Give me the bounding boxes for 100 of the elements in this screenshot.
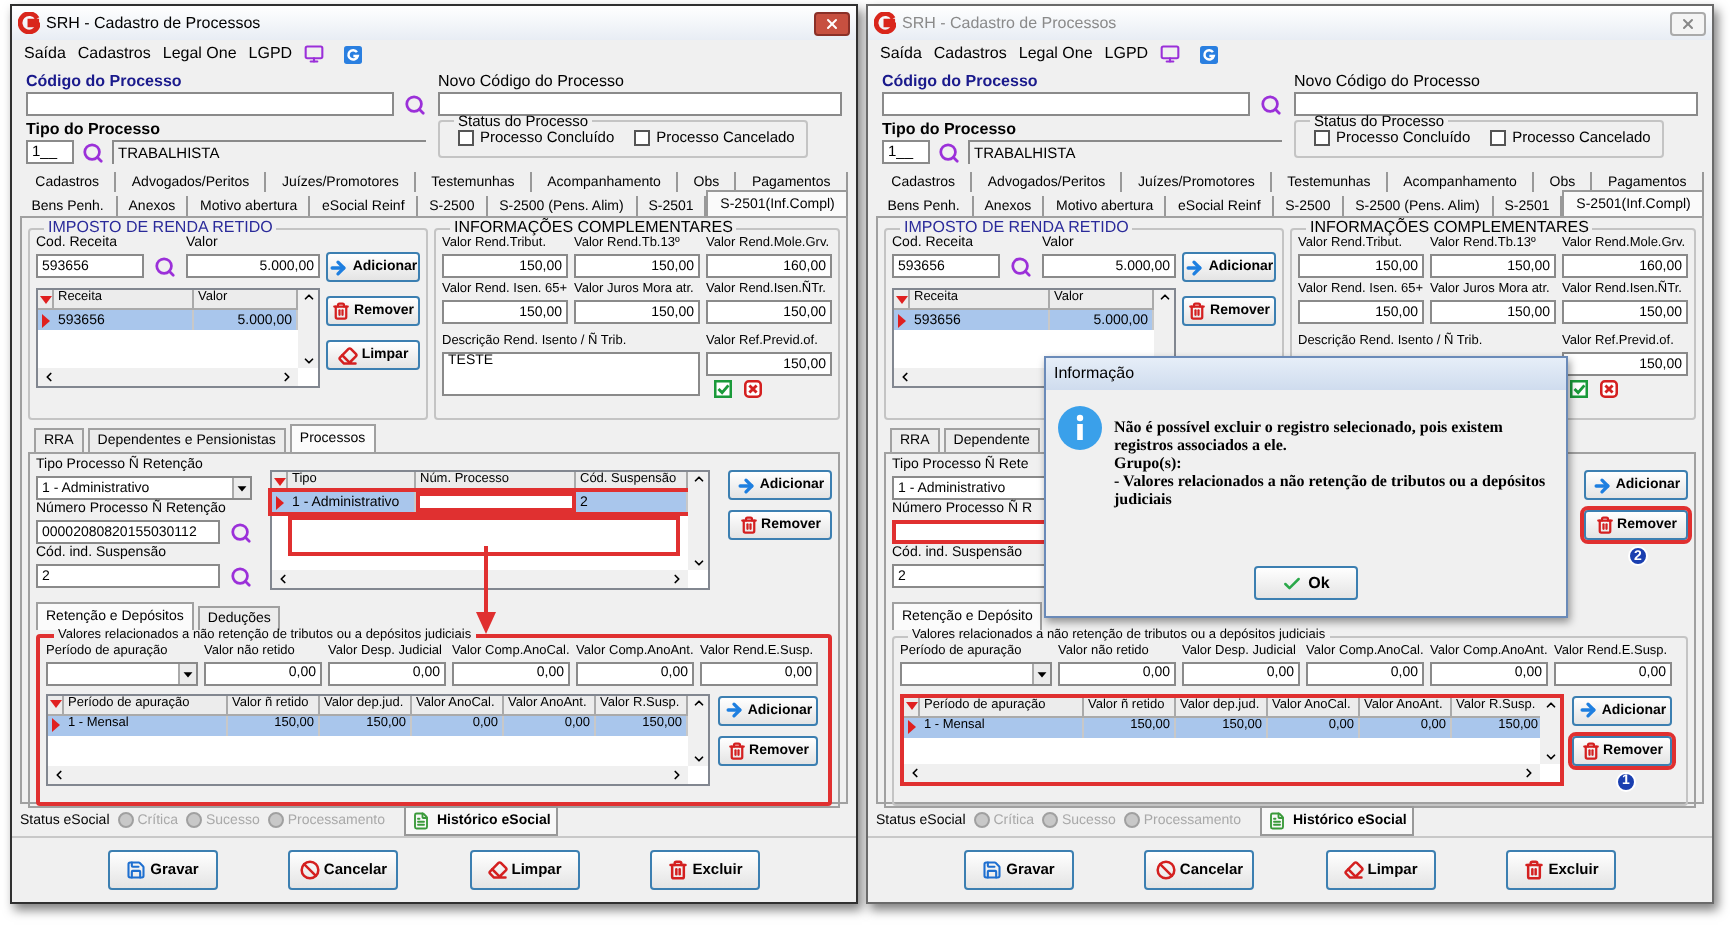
app-logo-icon xyxy=(874,12,896,34)
vertical-scrollbar[interactable] xyxy=(1540,697,1560,763)
search-icon[interactable] xyxy=(230,565,252,587)
prohibited-icon xyxy=(1155,860,1176,880)
dialog-message: Não é possível excluir o registro selecionado, pois existem registros associados a ele. xyxy=(1114,418,1505,454)
scroll-up-icon[interactable] xyxy=(691,472,705,486)
row-pointer-icon xyxy=(52,718,60,732)
horizontal-scrollbar[interactable] xyxy=(38,368,298,386)
search-icon[interactable] xyxy=(1260,93,1282,115)
row-pointer-icon xyxy=(276,495,284,509)
trash-icon xyxy=(1581,741,1600,759)
confirm-icon[interactable] xyxy=(714,380,732,398)
scroll-up-icon[interactable] xyxy=(1543,697,1557,711)
dialog-title: Informação xyxy=(1054,366,1135,382)
sort-indicator-icon xyxy=(39,295,51,303)
scroll-left-icon[interactable] xyxy=(908,765,922,779)
scroll-down-icon[interactable] xyxy=(301,354,315,368)
arrow-right-icon xyxy=(723,700,744,720)
menu-item[interactable]: Cadastros xyxy=(77,46,151,62)
checkbox[interactable] xyxy=(1314,129,1330,145)
menu-item[interactable]: Saída xyxy=(24,46,66,62)
sort-indicator-icon xyxy=(905,702,917,710)
sort-indicator-icon xyxy=(49,700,61,708)
field-label: Tipo do Processo xyxy=(26,120,162,138)
arrow-right-icon xyxy=(328,257,349,277)
info-icon xyxy=(1058,406,1102,450)
cancel-icon[interactable] xyxy=(1600,380,1618,398)
trash-icon xyxy=(1524,860,1545,880)
app-shortcut-icon[interactable] xyxy=(344,45,363,63)
group-title: INFORMAÇÕES COMPLEMENTARES xyxy=(454,220,733,236)
horizontal-scrollbar[interactable] xyxy=(272,570,688,588)
scroll-right-icon[interactable] xyxy=(1522,765,1536,779)
eraser-icon xyxy=(487,860,508,880)
confirm-icon[interactable] xyxy=(1570,380,1588,398)
search-icon[interactable] xyxy=(154,256,176,278)
close-icon xyxy=(824,15,840,31)
document-icon xyxy=(1268,811,1287,829)
scroll-right-icon[interactable] xyxy=(670,767,684,781)
dropdown[interactable] xyxy=(900,661,1052,685)
window-title: SRH - Cadastro de Processos xyxy=(902,15,1117,31)
text-field[interactable] xyxy=(882,92,1250,116)
search-icon[interactable] xyxy=(404,93,426,115)
group-title: IMPOSTO DE RENDA RETIDO xyxy=(48,220,275,236)
checkbox[interactable] xyxy=(458,129,474,145)
field-label: Código do Processo xyxy=(882,72,1040,90)
scroll-left-icon[interactable] xyxy=(42,370,56,384)
field-label: Novo Código do Processo xyxy=(438,72,626,90)
menu-item[interactable]: Saída xyxy=(880,46,922,62)
prohibited-icon xyxy=(299,860,320,880)
search-icon[interactable] xyxy=(230,521,252,543)
arrow-right-icon xyxy=(1577,700,1598,720)
vertical-scrollbar[interactable] xyxy=(688,695,708,765)
trash-icon xyxy=(668,860,689,880)
scroll-left-icon[interactable] xyxy=(276,572,290,586)
menu-item[interactable]: Legal One xyxy=(1018,46,1093,62)
close-button[interactable] xyxy=(814,11,850,35)
horizontal-scrollbar[interactable] xyxy=(48,765,688,783)
check-icon xyxy=(1282,573,1303,593)
text-field[interactable] xyxy=(438,92,842,116)
menu-item[interactable]: LGPD xyxy=(1104,46,1149,62)
field-label: Código do Processo xyxy=(26,72,184,90)
dialog-message: Grupo(s): xyxy=(1114,454,1184,472)
ok-button[interactable]: Ok xyxy=(1254,566,1358,600)
vertical-scrollbar[interactable] xyxy=(298,290,318,368)
monitor-icon[interactable] xyxy=(1160,44,1181,64)
cancel-icon[interactable] xyxy=(744,380,762,398)
scroll-left-icon[interactable] xyxy=(898,370,912,384)
menu-item[interactable]: LGPD xyxy=(248,46,293,62)
scroll-down-icon[interactable] xyxy=(691,751,705,765)
sort-indicator-icon xyxy=(273,477,285,485)
search-icon[interactable] xyxy=(938,141,960,163)
text-field[interactable] xyxy=(26,92,394,116)
search-icon[interactable] xyxy=(82,141,104,163)
scroll-up-icon[interactable] xyxy=(1157,290,1171,304)
vertical-scrollbar[interactable] xyxy=(688,472,708,570)
horizontal-scrollbar[interactable] xyxy=(904,763,1540,781)
monitor-icon[interactable] xyxy=(304,44,325,64)
scroll-right-icon[interactable] xyxy=(670,572,684,586)
checkbox[interactable] xyxy=(634,129,651,145)
row-pointer-icon xyxy=(898,313,906,327)
checkbox[interactable] xyxy=(1490,129,1507,145)
scroll-left-icon[interactable] xyxy=(52,767,66,781)
row-pointer-icon xyxy=(908,720,916,734)
trash-icon xyxy=(1188,302,1207,320)
arrow-right-icon xyxy=(1184,257,1205,277)
app-shortcut-icon[interactable] xyxy=(1200,45,1219,63)
menu-item[interactable]: Cadastros xyxy=(933,46,1007,62)
scroll-down-icon[interactable] xyxy=(691,556,705,570)
eraser-icon xyxy=(337,345,358,365)
search-icon[interactable] xyxy=(1010,256,1032,278)
group-title: INFORMAÇÕES COMPLEMENTARES xyxy=(1310,220,1589,236)
scroll-up-icon[interactable] xyxy=(301,290,315,304)
dropdown[interactable] xyxy=(46,661,198,685)
menu-item[interactable]: Legal One xyxy=(162,46,237,62)
app-logo-icon xyxy=(18,12,40,34)
scroll-up-icon[interactable] xyxy=(691,695,705,709)
sort-indicator-icon xyxy=(895,295,907,303)
text-field[interactable] xyxy=(1294,92,1698,116)
scroll-down-icon[interactable] xyxy=(1543,749,1557,763)
scroll-right-icon[interactable] xyxy=(280,370,294,384)
